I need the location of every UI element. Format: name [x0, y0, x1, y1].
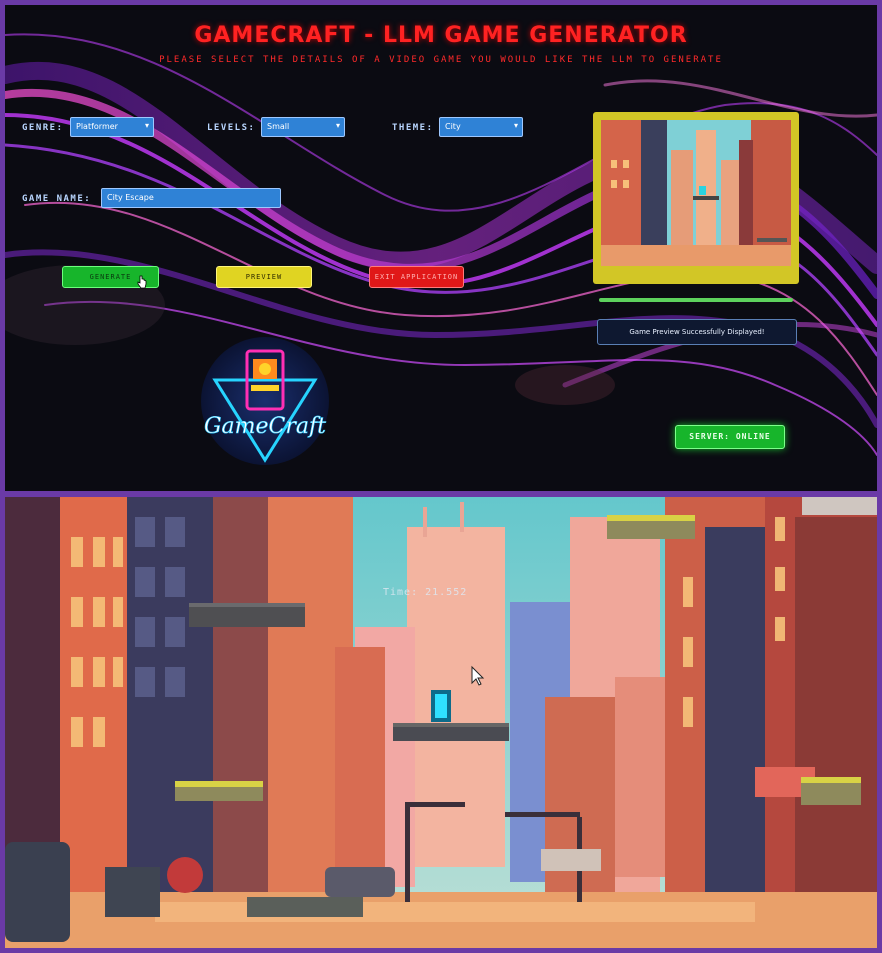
levels-select[interactable]: Small ▾ — [261, 117, 345, 137]
theme-label: THEME: — [392, 123, 434, 133]
game-preview-frame — [593, 112, 799, 284]
cursor-icon — [137, 275, 147, 289]
exit-application-button-label: EXIT APPLICATION — [374, 273, 459, 281]
levels-label: LEVELS: — [207, 123, 256, 133]
genre-label: GENRE: — [22, 123, 64, 133]
preview-progress-fill — [599, 298, 793, 302]
gamecraft-logo: GameCraft — [201, 337, 329, 465]
preview-progress-bar — [599, 298, 793, 302]
preview-button-label: PREVIEW — [245, 273, 283, 281]
chevron-down-icon: ▾ — [335, 121, 340, 130]
preview-status-text: Game Preview Successfully Displayed! — [629, 328, 765, 336]
game-name-value: City Escape — [107, 193, 154, 202]
genre-select-value: Platformer — [76, 122, 118, 131]
server-status-text: SERVER: ONLINE — [689, 432, 771, 441]
chevron-down-icon: ▾ — [513, 121, 518, 130]
chevron-down-icon: ▾ — [144, 121, 149, 130]
logo-text: GameCraft — [204, 414, 326, 439]
game-timer: Time: 21.552 — [383, 587, 468, 598]
server-status-badge: SERVER: ONLINE — [675, 425, 785, 449]
game-scene-art — [5, 497, 877, 948]
levels-select-value: Small — [267, 122, 290, 131]
game-name-label: GAME NAME: — [22, 194, 92, 204]
game-name-input[interactable]: City Escape — [101, 188, 281, 208]
theme-select-value: City — [445, 122, 461, 131]
game-preview-image — [601, 120, 791, 266]
preview-status-message: Game Preview Successfully Displayed! — [597, 319, 797, 345]
app-subtitle: PLEASE SELECT THE DETAILS OF A VIDEO GAM… — [159, 55, 723, 65]
game-screen: Time: 21.552 — [5, 497, 877, 948]
exit-application-button[interactable]: EXIT APPLICATION — [369, 266, 464, 288]
theme-select[interactable]: City ▾ — [439, 117, 523, 137]
genre-select[interactable]: Platformer ▾ — [70, 117, 154, 137]
app-window: GAMECRAFT - LLM GAME GENERATOR PLEASE SE… — [5, 5, 877, 491]
app-title: GAMECRAFT - LLM GAME GENERATOR — [194, 23, 688, 48]
preview-button[interactable]: PREVIEW — [216, 266, 312, 288]
generate-button-label: GENERATE — [89, 273, 132, 281]
